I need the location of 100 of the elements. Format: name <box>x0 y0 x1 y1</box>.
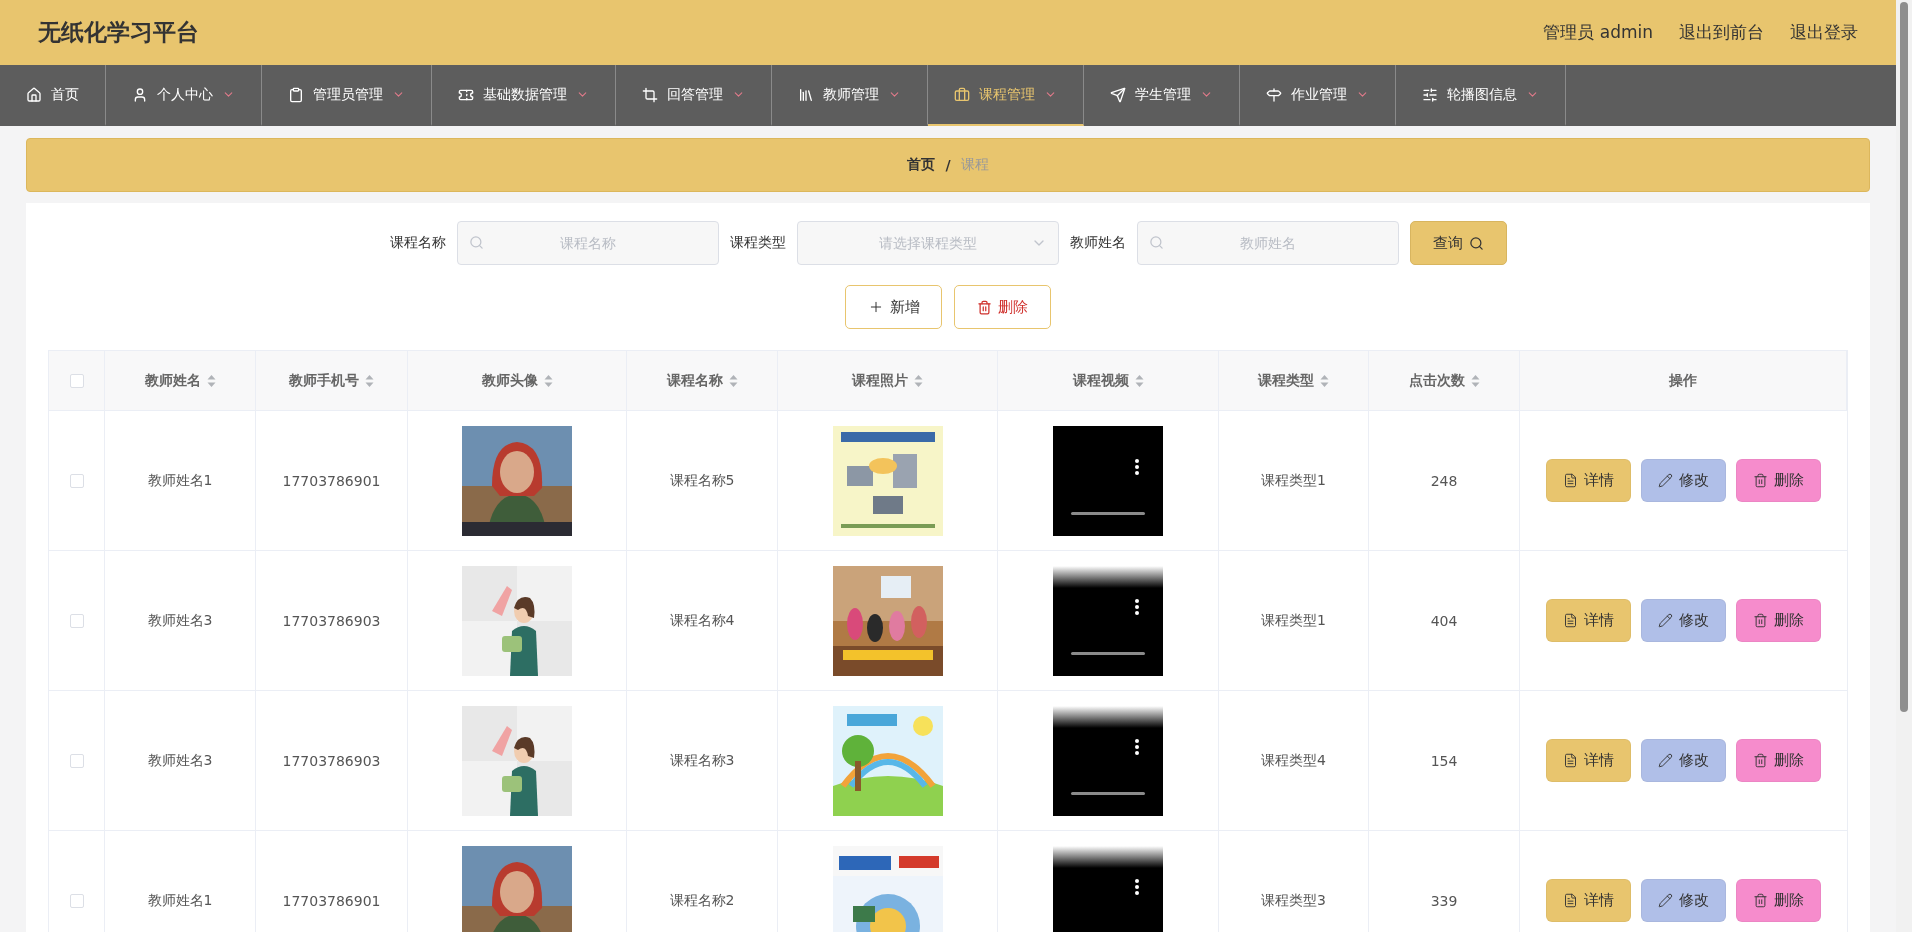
video-player-drawing[interactable] <box>1053 565 1163 676</box>
row-checkbox[interactable] <box>69 893 84 908</box>
scrollbar[interactable] <box>1896 0 1912 932</box>
nav-label: 教师管理 <box>823 85 879 104</box>
signpost-icon <box>1266 86 1282 103</box>
table-cell: 17703786901 <box>282 892 381 909</box>
breadcrumb-separator: / <box>945 157 951 173</box>
column-header: 课程视频 <box>1072 371 1129 390</box>
column-header: 课程类型 <box>1258 371 1314 390</box>
search-icon <box>468 235 484 250</box>
nav-label: 轮播图信息 <box>1447 85 1517 104</box>
sort-icon[interactable] <box>1470 373 1480 388</box>
search-field[interactable]: 教师姓名 <box>1136 221 1399 265</box>
row-checkbox[interactable] <box>69 753 84 768</box>
table-cell: 课程类型3 <box>1261 891 1326 910</box>
table-cell: 17703786901 <box>282 472 381 489</box>
crop-icon <box>642 86 658 103</box>
nav-menu-item[interactable]: 作业管理 <box>1240 65 1396 126</box>
search-field[interactable]: 课程名称 <box>456 221 719 265</box>
header-link[interactable]: 退出登录 <box>1790 21 1858 44</box>
trash-icon <box>1753 753 1768 768</box>
briefcase-icon <box>954 86 970 103</box>
search-icon <box>1148 235 1164 250</box>
nav-menu-item[interactable]: 回答管理 <box>616 65 772 126</box>
sort-icon[interactable] <box>1134 373 1144 388</box>
column-header: 教师姓名 <box>144 371 201 390</box>
app-title: 无纸化学习平台 <box>38 18 199 47</box>
select-all-checkbox[interactable] <box>69 373 84 388</box>
nav-menu-item[interactable]: 首页 <box>0 65 106 126</box>
trash-icon <box>1753 893 1768 908</box>
edit-button[interactable]: 修改 <box>1641 879 1726 922</box>
nav-label: 回答管理 <box>667 85 723 104</box>
table-cell: 教师姓名3 <box>147 611 213 630</box>
sort-icon[interactable] <box>543 373 553 388</box>
table-cell: 课程名称4 <box>669 611 735 630</box>
delete-button[interactable]: 删除 <box>1736 459 1821 502</box>
trash-icon <box>1753 613 1768 628</box>
field-label: 教师姓名 <box>1069 234 1126 252</box>
books-icon <box>798 86 814 103</box>
column-header: 课程照片 <box>852 371 908 390</box>
breadcrumb-item[interactable]: 首页 <box>907 156 936 174</box>
video-player-drawing[interactable] <box>1053 705 1163 816</box>
detail-button[interactable]: 详情 <box>1546 459 1631 502</box>
row-checkbox[interactable] <box>69 613 84 628</box>
table-cell: 教师姓名1 <box>147 891 213 910</box>
sort-icon[interactable] <box>365 373 374 388</box>
delete-button[interactable]: 删除 <box>1736 599 1821 642</box>
sort-icon[interactable] <box>914 373 923 388</box>
delete-button[interactable]: 删除 <box>954 285 1051 329</box>
nav-menu-item[interactable]: 轮播图信息 <box>1396 65 1566 126</box>
edit-button[interactable]: 修改 <box>1641 599 1726 642</box>
document-icon <box>1563 893 1578 908</box>
delete-button[interactable]: 删除 <box>1736 879 1821 922</box>
table-cell: 154 <box>1430 752 1458 769</box>
delete-button[interactable]: 删除 <box>1736 739 1821 782</box>
nav-label: 管理员管理 <box>313 85 383 104</box>
nav-menu-item[interactable]: 基础数据管理 <box>432 65 616 126</box>
pencil-icon <box>1658 893 1673 908</box>
field-label: 课程类型 <box>729 234 786 252</box>
pencil-icon <box>1658 613 1673 628</box>
nav-label: 作业管理 <box>1291 85 1347 104</box>
column-header: 教师头像 <box>481 371 538 390</box>
nav-menu-item[interactable]: 课程管理 <box>928 65 1084 126</box>
select-field[interactable]: 请选择课程类型 <box>796 221 1059 265</box>
nav-menu-item[interactable]: 管理员管理 <box>262 65 432 126</box>
table-cell: 339 <box>1430 892 1458 909</box>
user-label: 管理员 admin <box>1543 21 1653 44</box>
nav-menu-item[interactable]: 个人中心 <box>106 65 262 126</box>
column-header: 操作 <box>1669 371 1697 390</box>
query-button[interactable]: 查询 <box>1409 221 1507 265</box>
detail-button[interactable]: 详情 <box>1546 879 1631 922</box>
table-cell: 课程类型1 <box>1261 471 1326 490</box>
row-checkbox[interactable] <box>69 473 84 488</box>
user-icon <box>132 86 148 103</box>
scrollbar-thumb[interactable] <box>1900 2 1908 712</box>
detail-button[interactable]: 详情 <box>1546 739 1631 782</box>
detail-button[interactable]: 详情 <box>1546 599 1631 642</box>
video-player-drawing[interactable] <box>1053 425 1163 536</box>
document-icon <box>1563 473 1578 488</box>
sort-icon[interactable] <box>206 373 216 388</box>
paper-plane-icon <box>1110 86 1126 103</box>
sort-icon[interactable] <box>728 373 738 388</box>
column-header: 课程名称 <box>666 371 723 390</box>
edit-button[interactable]: 修改 <box>1641 739 1726 782</box>
sort-icon[interactable] <box>1320 373 1329 388</box>
table-cell: 248 <box>1430 472 1458 489</box>
table-cell: 404 <box>1430 612 1458 629</box>
nav-menu-item[interactable]: 学生管理 <box>1084 65 1240 126</box>
table-cell: 17703786903 <box>282 752 381 769</box>
pencil-icon <box>1658 753 1673 768</box>
clipboard-icon <box>288 86 304 103</box>
column-header: 教师手机号 <box>289 371 359 390</box>
video-player-drawing[interactable] <box>1053 845 1163 932</box>
header-link[interactable]: 退出到前台 <box>1679 21 1764 44</box>
table-cell: 课程名称2 <box>669 891 735 910</box>
nav-label: 个人中心 <box>157 85 213 104</box>
add-button[interactable]: 新增 <box>845 285 942 329</box>
edit-button[interactable]: 修改 <box>1641 459 1726 502</box>
table-cell: 课程名称3 <box>669 751 735 770</box>
nav-menu-item[interactable]: 教师管理 <box>772 65 928 126</box>
